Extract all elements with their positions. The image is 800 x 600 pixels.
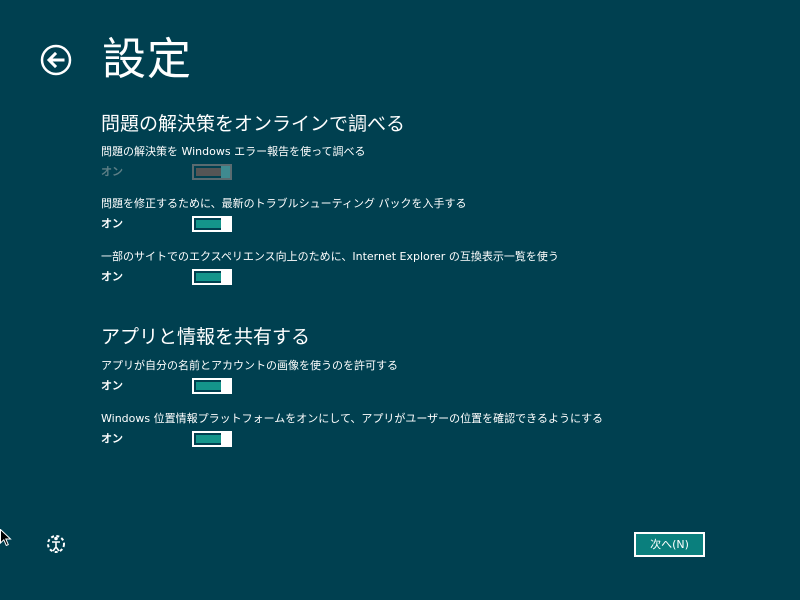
toggle-track xyxy=(196,435,221,443)
toggle-ie-compat-list[interactable] xyxy=(192,269,232,285)
page-title: 設定 xyxy=(102,34,192,85)
toggle-state-label: オン xyxy=(101,432,123,445)
setting-label-ie-compat-list: 一部のサイトでのエクスペリエンス向上のために、Internet Explorer… xyxy=(101,250,559,263)
setting-row-error-reporting: オン xyxy=(101,164,241,180)
toggle-state-label: オン xyxy=(101,217,123,230)
toggle-state-label: オン xyxy=(101,165,123,178)
section-heading-share-info: アプリと情報を共有する xyxy=(101,326,311,348)
toggle-track xyxy=(196,382,221,390)
toggle-thumb xyxy=(221,166,230,178)
mouse-pointer-icon xyxy=(0,529,12,547)
setting-label-error-reporting: 問題の解決策を Windows エラー報告を使って調べる xyxy=(101,145,366,158)
ease-of-access-button[interactable] xyxy=(44,532,68,556)
back-arrow-icon xyxy=(40,44,72,76)
toggle-track xyxy=(196,273,221,281)
toggle-thumb xyxy=(221,271,230,283)
next-button[interactable]: 次へ(N) xyxy=(634,532,705,557)
toggle-error-reporting xyxy=(192,164,232,180)
setting-row-location-platform: オン xyxy=(101,431,241,447)
setting-label-location-platform: Windows 位置情報プラットフォームをオンにして、アプリがユーザーの位置を確… xyxy=(101,412,604,425)
toggle-thumb xyxy=(221,380,230,392)
toggle-state-label: オン xyxy=(101,379,123,392)
setting-label-account-picture: アプリが自分の名前とアカウントの画像を使うのを許可する xyxy=(101,359,398,372)
setting-row-ie-compat-list: オン xyxy=(101,269,241,285)
toggle-location-platform[interactable] xyxy=(192,431,232,447)
toggle-thumb xyxy=(221,433,230,445)
section-heading-troubleshoot: 問題の解決策をオンラインで調べる xyxy=(101,113,406,135)
toggle-track xyxy=(196,220,221,228)
back-button[interactable] xyxy=(40,44,72,76)
toggle-thumb xyxy=(221,218,230,230)
toggle-troubleshooting-packs[interactable] xyxy=(192,216,232,232)
setting-label-troubleshooting-packs: 問題を修正するために、最新のトラブルシューティング パックを入手する xyxy=(101,197,467,210)
toggle-account-picture[interactable] xyxy=(192,378,232,394)
setting-row-troubleshooting-packs: オン xyxy=(101,216,241,232)
toggle-state-label: オン xyxy=(101,270,123,283)
setting-row-account-picture: オン xyxy=(101,378,241,394)
toggle-track xyxy=(196,168,221,176)
ease-of-access-icon xyxy=(47,535,65,553)
